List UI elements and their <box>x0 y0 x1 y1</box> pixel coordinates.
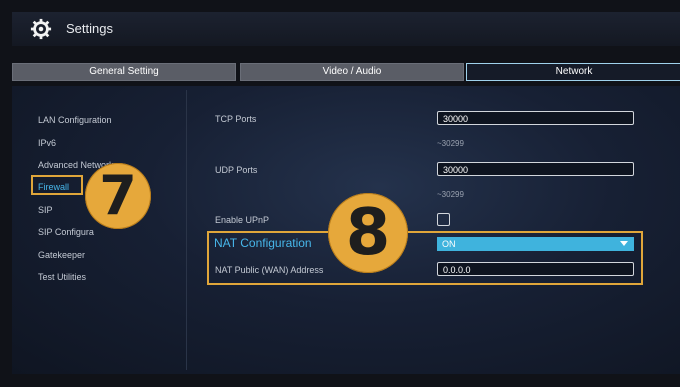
title-bar: Settings <box>12 12 680 46</box>
tcp-ports-label: TCP Ports <box>215 114 257 124</box>
nat-highlight-box <box>207 231 643 285</box>
tab-video-audio[interactable]: Video / Audio <box>240 63 464 81</box>
udp-ports-label: UDP Ports <box>215 165 258 175</box>
firewall-highlight-box <box>31 175 83 195</box>
udp-ports-range: ~30299 <box>437 190 464 199</box>
udp-ports-input[interactable]: 30000 <box>437 162 634 176</box>
page-title: Settings <box>66 21 113 36</box>
step-8-badge: 8 <box>328 193 408 273</box>
tab-general-setting[interactable]: General Setting <box>12 63 236 81</box>
tcp-ports-range: ~30299 <box>437 139 464 148</box>
settings-screen: Settings General Setting Video / Audio N… <box>0 0 680 387</box>
tab-bar: General Setting Video / Audio Network <box>12 58 680 84</box>
sidebar-item-sip[interactable]: SIP <box>38 205 53 215</box>
sidebar-item-test-utilities[interactable]: Test Utilities <box>38 272 86 282</box>
enable-upnp-label: Enable UPnP <box>215 215 270 225</box>
gear-icon <box>30 18 52 40</box>
sidebar-divider <box>186 90 187 370</box>
tcp-ports-input[interactable]: 30000 <box>437 111 634 125</box>
sidebar-item-gatekeeper[interactable]: Gatekeeper <box>38 250 85 260</box>
tab-network[interactable]: Network <box>466 63 680 81</box>
sidebar-item-ipv6[interactable]: IPv6 <box>38 138 56 148</box>
enable-upnp-checkbox[interactable] <box>437 213 450 226</box>
step-7-badge: 7 <box>85 163 151 229</box>
sidebar-item-lan-configuration[interactable]: LAN Configuration <box>38 115 112 125</box>
